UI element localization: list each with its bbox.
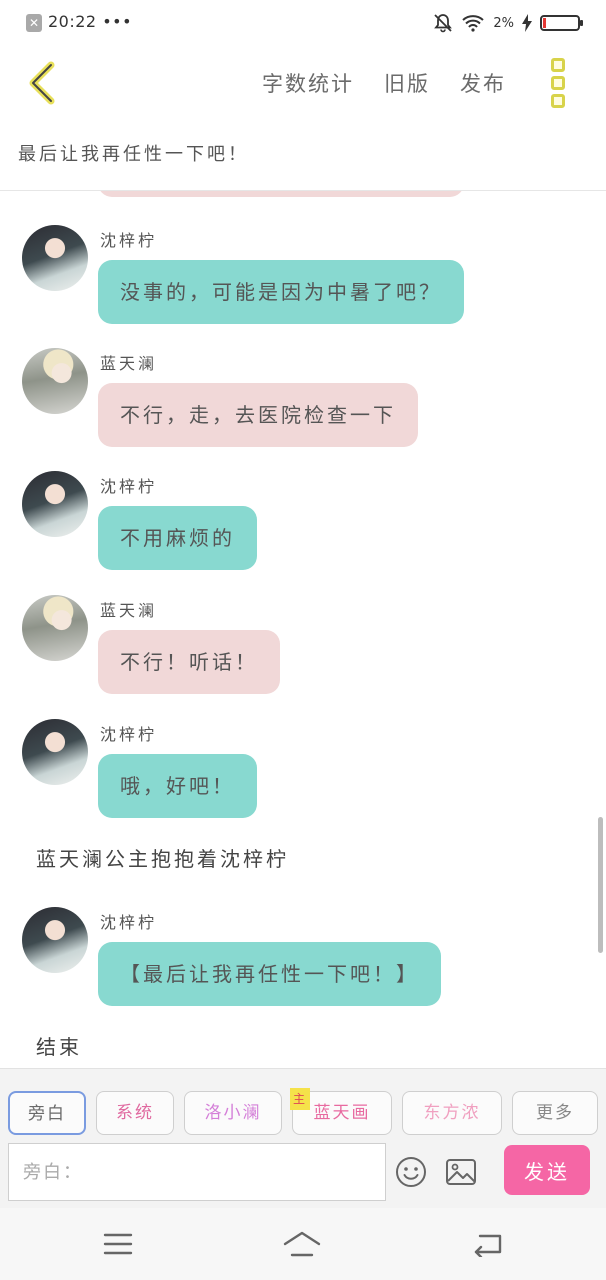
previous-bubble xyxy=(98,191,464,197)
notification-close-icon: ✕ xyxy=(26,14,42,32)
more-dot-icon xyxy=(551,76,565,90)
avatar[interactable] xyxy=(22,348,88,414)
status-bar: ✕ 20:22 ••• 2% xyxy=(0,0,606,46)
role-more[interactable]: 更多 xyxy=(512,1091,598,1135)
chevron-left-icon xyxy=(29,61,55,105)
more-menu-button[interactable] xyxy=(548,58,568,108)
mute-bell-icon xyxy=(434,14,453,33)
send-button[interactable]: 发送 xyxy=(504,1145,590,1195)
message-bubble[interactable]: 不行！听话！ xyxy=(98,630,280,694)
message-input[interactable] xyxy=(8,1143,386,1201)
top-menu: 字数统计 旧版 发布 xyxy=(262,68,506,98)
role-system[interactable]: 系统 xyxy=(96,1091,174,1135)
message-bubble[interactable]: 哦，好吧！ xyxy=(98,754,257,818)
word-count-button[interactable]: 字数统计 xyxy=(262,68,354,98)
more-dot-icon xyxy=(551,58,565,72)
menu-button[interactable] xyxy=(98,1228,138,1260)
smiley-icon xyxy=(396,1157,426,1187)
ending-text[interactable]: 结束 xyxy=(36,1031,82,1060)
avatar[interactable] xyxy=(22,225,88,291)
clock: 20:22 xyxy=(48,12,97,31)
old-version-button[interactable]: 旧版 xyxy=(384,68,430,98)
chapter-title: 最后让我再任性一下吧！ xyxy=(18,144,249,165)
role-character-3[interactable]: 东方浓 xyxy=(402,1091,502,1135)
publish-button[interactable]: 发布 xyxy=(460,68,506,98)
message-bubble[interactable]: 不用麻烦的 xyxy=(98,506,257,570)
sender-name: 蓝天澜 xyxy=(100,601,158,620)
top-bar: 字数统计 旧版 发布 xyxy=(0,46,606,122)
return-icon xyxy=(474,1234,502,1257)
status-icons: 2% xyxy=(433,11,583,35)
narration-text[interactable]: 蓝天澜公主抱抱着沈梓柠 xyxy=(36,843,289,872)
message-bubble[interactable]: 没事的，可能是因为中暑了吧？ xyxy=(98,260,464,324)
sender-name: 沈梓柠 xyxy=(100,725,158,744)
input-area: 旁白 系统 洛小澜 主蓝天画 东方浓 更多 发送 xyxy=(0,1068,606,1208)
battery-percent: 2% xyxy=(493,15,514,31)
sender-name: 蓝天澜 xyxy=(100,354,158,373)
more-notifications: ••• xyxy=(102,12,133,31)
image-button[interactable] xyxy=(444,1157,478,1187)
image-icon xyxy=(446,1159,476,1185)
sender-name: 沈梓柠 xyxy=(100,477,158,496)
message-bubble[interactable]: 【最后让我再任性一下吧！】 xyxy=(98,942,441,1006)
avatar[interactable] xyxy=(22,595,88,661)
back-button[interactable] xyxy=(18,58,66,108)
system-nav-bar xyxy=(0,1208,606,1280)
wifi-icon xyxy=(462,15,485,32)
sender-name: 沈梓柠 xyxy=(100,913,158,932)
menu-icon xyxy=(103,1233,133,1255)
more-dot-icon xyxy=(551,94,565,108)
charging-icon xyxy=(522,14,532,32)
battery-icon xyxy=(540,15,583,31)
message-bubble[interactable]: 不行，走，去医院检查一下 xyxy=(98,383,418,447)
role-character-1[interactable]: 洛小澜 xyxy=(184,1091,282,1135)
scrollbar[interactable] xyxy=(598,817,603,953)
back-nav-button[interactable] xyxy=(468,1228,508,1260)
home-icon xyxy=(283,1231,321,1257)
role-selector: 旁白 系统 洛小澜 主蓝天画 东方浓 更多 xyxy=(8,1088,598,1135)
home-button[interactable] xyxy=(282,1228,322,1260)
emoji-button[interactable] xyxy=(394,1155,428,1189)
role-character-2[interactable]: 主蓝天画 xyxy=(290,1088,392,1135)
sender-name: 沈梓柠 xyxy=(100,231,158,250)
chat-list[interactable]: 沈梓柠 没事的，可能是因为中暑了吧？ 蓝天澜 不行，走，去医院检查一下 沈梓柠 … xyxy=(0,191,606,1068)
avatar[interactable] xyxy=(22,907,88,973)
main-role-tag: 主 xyxy=(290,1088,310,1110)
role-narrator[interactable]: 旁白 xyxy=(8,1091,86,1135)
avatar[interactable] xyxy=(22,719,88,785)
avatar[interactable] xyxy=(22,471,88,537)
